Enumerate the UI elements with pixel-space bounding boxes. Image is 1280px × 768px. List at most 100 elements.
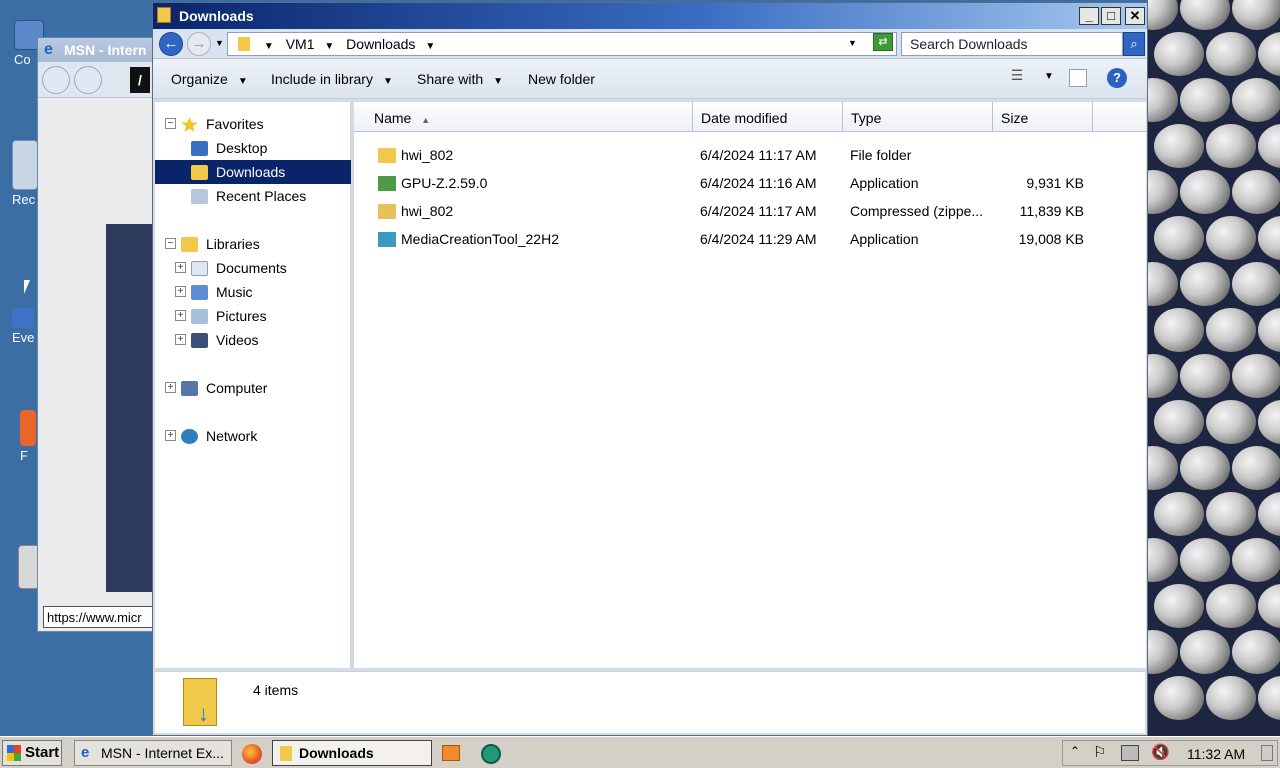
clock[interactable]: 11:32 AM: [1187, 746, 1245, 762]
start-button[interactable]: Start: [2, 740, 62, 766]
nav-desktop[interactable]: Desktop: [191, 136, 351, 160]
chevron-down-icon[interactable]: ▼: [324, 41, 334, 52]
view-options-icon[interactable]: ☰: [1005, 67, 1029, 89]
ie-logo-icon: e: [44, 41, 53, 58]
column-header-date[interactable]: Date modified: [693, 102, 843, 132]
organize-button[interactable]: Organize ▼: [171, 71, 248, 87]
nav-videos[interactable]: Videos: [191, 328, 259, 352]
nav-computer[interactable]: Computer: [181, 376, 267, 400]
desktop-wallpaper: [1148, 0, 1280, 736]
close-button[interactable]: ✕: [1125, 7, 1145, 25]
task-label: MSN - Internet Ex...: [101, 745, 224, 761]
media-player-taskbar-icon[interactable]: [442, 745, 460, 761]
breadcrumb-vm1[interactable]: VM1: [286, 36, 315, 52]
collapse-icon[interactable]: −: [165, 118, 176, 129]
wallpaper-disc: [1258, 676, 1280, 720]
file-type: Compressed (zippe...: [850, 203, 984, 219]
firefox-taskbar-icon[interactable]: [242, 744, 262, 764]
table-row[interactable]: hwi_802 6/4/2024 11:17 AM File folder: [354, 141, 1146, 169]
expand-icon[interactable]: +: [175, 310, 186, 321]
view-chevron-icon[interactable]: ▼: [1037, 71, 1061, 93]
nav-label: Recent Places: [216, 188, 307, 204]
navigation-pane: − Favorites Desktop Downloads Recent Pla…: [155, 102, 351, 668]
file-name: MediaCreationTool_22H2: [401, 231, 559, 247]
wallpaper-disc: [1154, 676, 1204, 720]
chevron-down-icon[interactable]: ▼: [264, 41, 274, 52]
ie-window[interactable]: e MSN - Intern / https://www.micr: [37, 37, 158, 632]
table-row[interactable]: GPU-Z.2.59.0 6/4/2024 11:16 AM Applicati…: [354, 169, 1146, 197]
collapse-icon[interactable]: −: [165, 238, 176, 249]
file-date: 6/4/2024 11:29 AM: [700, 231, 817, 247]
back-button[interactable]: ←: [159, 32, 183, 56]
app-taskbar-icon[interactable]: [481, 744, 501, 764]
column-header-size[interactable]: Size: [993, 102, 1093, 132]
new-folder-button[interactable]: New folder: [528, 71, 595, 87]
address-bar[interactable]: ▼ VM1 ▼ Downloads ▼ ▼: [227, 32, 897, 56]
address-row: ← → ▼ ▼ VM1 ▼ Downloads ▼ ▼ ⇄ Search Dow…: [153, 29, 1147, 59]
include-in-library-button[interactable]: Include in library ▼: [271, 71, 393, 87]
search-icon[interactable]: ⌕: [1123, 32, 1145, 56]
zip-folder-icon: [378, 204, 396, 219]
refresh-icon[interactable]: ⇄: [873, 33, 893, 51]
explorer-titlebar[interactable]: Downloads _ □ ✕: [153, 3, 1147, 29]
volume-muted-icon[interactable]: 🔇: [1151, 743, 1170, 761]
wallpaper-disc: [1154, 492, 1204, 536]
expand-icon[interactable]: +: [175, 262, 186, 273]
chevron-down-icon: ▼: [382, 76, 393, 87]
ie-back-icon[interactable]: [42, 66, 70, 94]
nav-recent-places[interactable]: Recent Places: [191, 184, 306, 208]
nav-music[interactable]: Music: [191, 280, 253, 304]
desktop-icon-label: F: [20, 448, 28, 463]
forward-button[interactable]: →: [187, 32, 211, 56]
ie-titlebar[interactable]: e MSN - Intern: [38, 38, 156, 62]
nav-documents[interactable]: Documents: [191, 256, 287, 280]
chevron-down-icon[interactable]: ▼: [425, 41, 435, 52]
nav-downloads[interactable]: Downloads: [155, 160, 351, 184]
expand-icon[interactable]: +: [175, 334, 186, 345]
column-label: Type: [851, 110, 882, 126]
wallpaper-disc: [1206, 676, 1256, 720]
download-arrow-icon: ↓: [198, 701, 209, 726]
system-tray: ⌃ ⚐ 🔇 11:32 AM: [1062, 740, 1278, 766]
taskbar-ie[interactable]: e MSN - Internet Ex...: [74, 740, 232, 766]
mouse-cursor-icon: [24, 280, 30, 294]
address-history-chevron-icon[interactable]: ▼: [848, 38, 857, 48]
nav-favorites[interactable]: Favorites: [181, 112, 264, 136]
ie-forward-icon[interactable]: [74, 66, 102, 94]
nav-label: Downloads: [216, 164, 286, 180]
action-center-flag-icon[interactable]: ⚐: [1093, 743, 1106, 761]
wallpaper-disc: [1258, 216, 1280, 260]
network-tray-icon[interactable]: [1121, 745, 1139, 761]
firefox-desktop-icon[interactable]: F: [20, 410, 36, 463]
help-icon[interactable]: ?: [1107, 68, 1127, 88]
search-input[interactable]: Search Downloads: [901, 32, 1123, 56]
file-date: 6/4/2024 11:17 AM: [700, 147, 817, 163]
nav-libraries[interactable]: Libraries: [181, 232, 260, 256]
show-hidden-icons-icon[interactable]: ⌃: [1070, 744, 1080, 758]
nav-pictures[interactable]: Pictures: [191, 304, 267, 328]
column-header-name[interactable]: Name ▲: [354, 102, 693, 132]
recent-pages-chevron-icon[interactable]: ▼: [215, 38, 224, 48]
expand-icon[interactable]: +: [165, 430, 176, 441]
maximize-button[interactable]: □: [1101, 7, 1121, 25]
breadcrumb-downloads[interactable]: Downloads: [346, 36, 415, 52]
show-desktop-button[interactable]: [1261, 745, 1273, 761]
table-row[interactable]: MediaCreationTool_22H2 6/4/2024 11:29 AM…: [354, 225, 1146, 253]
explorer-window[interactable]: Downloads _ □ ✕ ← → ▼ ▼ VM1 ▼ Downloads …: [152, 2, 1148, 736]
share-with-button[interactable]: Share with ▼: [417, 71, 503, 87]
column-header-type[interactable]: Type: [843, 102, 993, 132]
wallpaper-disc: [1258, 400, 1280, 444]
recycle-bin-desktop-icon[interactable]: Rec: [12, 140, 38, 207]
expand-icon[interactable]: +: [175, 286, 186, 297]
preview-pane-icon[interactable]: [1069, 69, 1087, 87]
wallpaper-disc: [1154, 400, 1204, 444]
nav-network[interactable]: Network: [181, 424, 257, 448]
taskbar-downloads[interactable]: Downloads: [272, 740, 432, 766]
file-size: 19,008 KB: [1018, 231, 1084, 247]
sort-ascending-icon: ▲: [421, 115, 431, 125]
minimize-button[interactable]: _: [1079, 7, 1099, 25]
wallpaper-disc: [1180, 262, 1230, 306]
event-desktop-icon[interactable]: Eve: [12, 308, 34, 345]
table-row[interactable]: hwi_802 6/4/2024 11:17 AM Compressed (zi…: [354, 197, 1146, 225]
expand-icon[interactable]: +: [165, 382, 176, 393]
